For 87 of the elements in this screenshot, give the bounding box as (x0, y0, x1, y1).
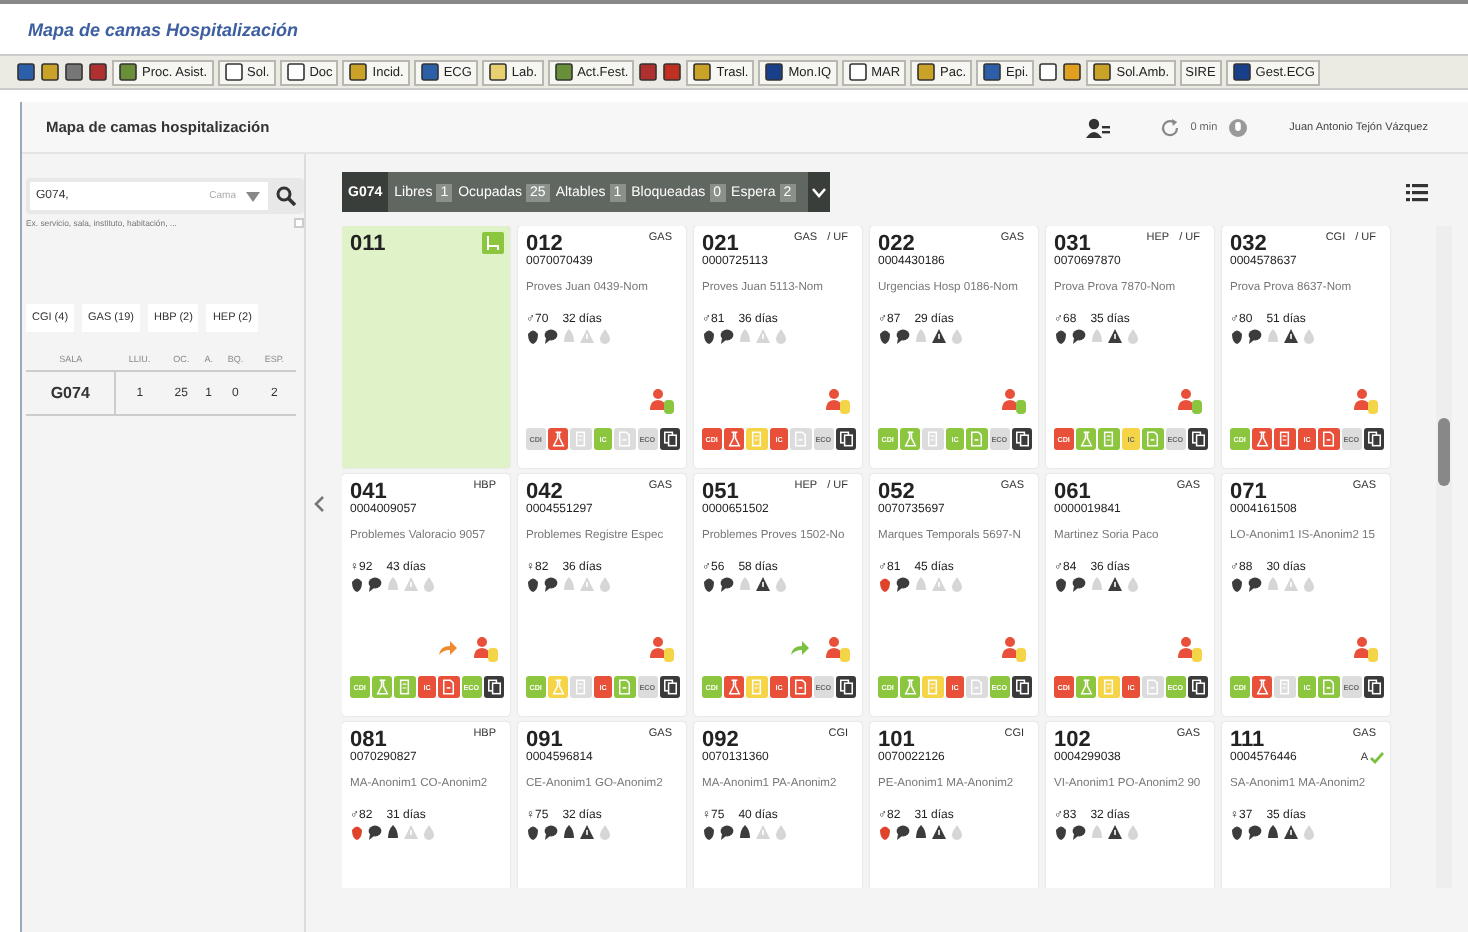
file-icon[interactable] (1318, 676, 1340, 698)
bed-icon[interactable] (482, 232, 504, 254)
doctor-pill-icon[interactable] (474, 635, 500, 661)
scrollbar-thumb[interactable] (1438, 418, 1450, 486)
square-icon[interactable] (638, 62, 659, 82)
doctor-pill-icon[interactable] (826, 387, 852, 413)
file-icon[interactable] (438, 676, 460, 698)
flask-icon[interactable] (723, 676, 745, 698)
copy-icon[interactable] (1187, 428, 1209, 450)
copy-icon[interactable] (835, 428, 857, 450)
copy-icon[interactable] (483, 676, 505, 698)
flask-icon[interactable] (1075, 428, 1097, 450)
list-view-icon[interactable] (1406, 183, 1428, 201)
square-icon[interactable] (64, 62, 84, 82)
search-icon (276, 186, 296, 206)
flask-icon[interactable] (723, 428, 745, 450)
flask-icon[interactable] (371, 676, 393, 698)
doc-icon[interactable] (394, 676, 416, 698)
copy-icon[interactable] (659, 428, 681, 450)
bed-number: 071 (1230, 480, 1267, 504)
check-icon (1370, 752, 1384, 764)
square-icon[interactable] (16, 62, 36, 82)
doctor-pill-icon[interactable] (650, 387, 676, 413)
bed-number: 042 (526, 480, 563, 504)
bed-number: 041 (350, 480, 387, 504)
chevron-icon (811, 187, 826, 197)
bed-number: 022 (878, 232, 915, 256)
file-icon[interactable] (966, 428, 988, 450)
square-icon[interactable] (40, 62, 60, 82)
bed-number: 061 (1054, 480, 1091, 504)
doc-icon[interactable] (1274, 428, 1296, 450)
free-bed-card[interactable]: 011 (342, 226, 510, 468)
copy-icon[interactable] (1363, 676, 1385, 698)
flask-icon[interactable] (547, 428, 569, 450)
bed-number: 091 (526, 728, 563, 752)
arrow-icon[interactable] (438, 640, 458, 656)
copy-icon[interactable] (835, 676, 857, 698)
bed-number: 081 (350, 728, 387, 752)
square-icon[interactable] (662, 62, 683, 82)
copy-icon[interactable] (1011, 676, 1033, 698)
flask-icon[interactable] (1251, 428, 1273, 450)
doctor-pill-icon[interactable] (1002, 387, 1028, 413)
expand-button[interactable] (807, 172, 830, 212)
file-icon[interactable] (790, 676, 812, 698)
copy-icon[interactable] (1187, 676, 1209, 698)
copy-icon[interactable] (1363, 428, 1385, 450)
square-icon[interactable] (88, 62, 108, 82)
caret-icon (246, 191, 260, 201)
doctor-pill-icon[interactable] (1354, 387, 1380, 413)
bed-number: 111 (1230, 728, 1265, 752)
file-icon[interactable] (1318, 428, 1340, 450)
flask-icon[interactable] (899, 676, 921, 698)
table-cell[interactable]: G074 (26, 371, 116, 415)
bed-number: 021 (702, 232, 739, 256)
bed-number: 102 (1054, 728, 1091, 752)
square-icon[interactable] (1038, 62, 1059, 82)
refresh-icon[interactable] (1160, 117, 1181, 137)
bed-number: 052 (878, 480, 915, 504)
user-list-icon[interactable] (1086, 117, 1111, 137)
bed-number: 051 (702, 480, 739, 504)
flask-icon[interactable] (1251, 676, 1273, 698)
file-icon[interactable] (1142, 428, 1164, 450)
bed-number: 031 (1054, 232, 1091, 256)
info-icon[interactable] (1227, 117, 1248, 137)
square-icon[interactable] (1062, 62, 1083, 82)
doctor-pill-icon[interactable] (1178, 387, 1204, 413)
doctor-pill-icon[interactable] (1354, 635, 1380, 661)
bed-number: 101 (878, 728, 915, 752)
arrow-icon[interactable] (790, 640, 810, 656)
flask-icon[interactable] (899, 428, 921, 450)
file-icon[interactable] (614, 676, 636, 698)
doctor-pill-icon[interactable] (1002, 635, 1028, 661)
doc-icon[interactable] (1098, 428, 1120, 450)
bed-number: 092 (702, 728, 739, 752)
doctor-pill-icon[interactable] (650, 635, 676, 661)
collapse-icon[interactable] (313, 495, 323, 511)
doctor-pill-icon[interactable] (826, 635, 852, 661)
window-title: Mapa de camas Hospitalización (26, 18, 301, 44)
bed-number: 011 (350, 232, 386, 256)
flask-icon[interactable] (1075, 676, 1097, 698)
copy-icon[interactable] (1011, 428, 1033, 450)
bed-number: 032 (1230, 232, 1267, 256)
search-button[interactable] (272, 182, 300, 210)
checkbox[interactable] (294, 218, 304, 228)
copy-icon[interactable] (659, 676, 681, 698)
bed-number: 012 (526, 232, 563, 256)
doctor-pill-icon[interactable] (1178, 635, 1204, 661)
